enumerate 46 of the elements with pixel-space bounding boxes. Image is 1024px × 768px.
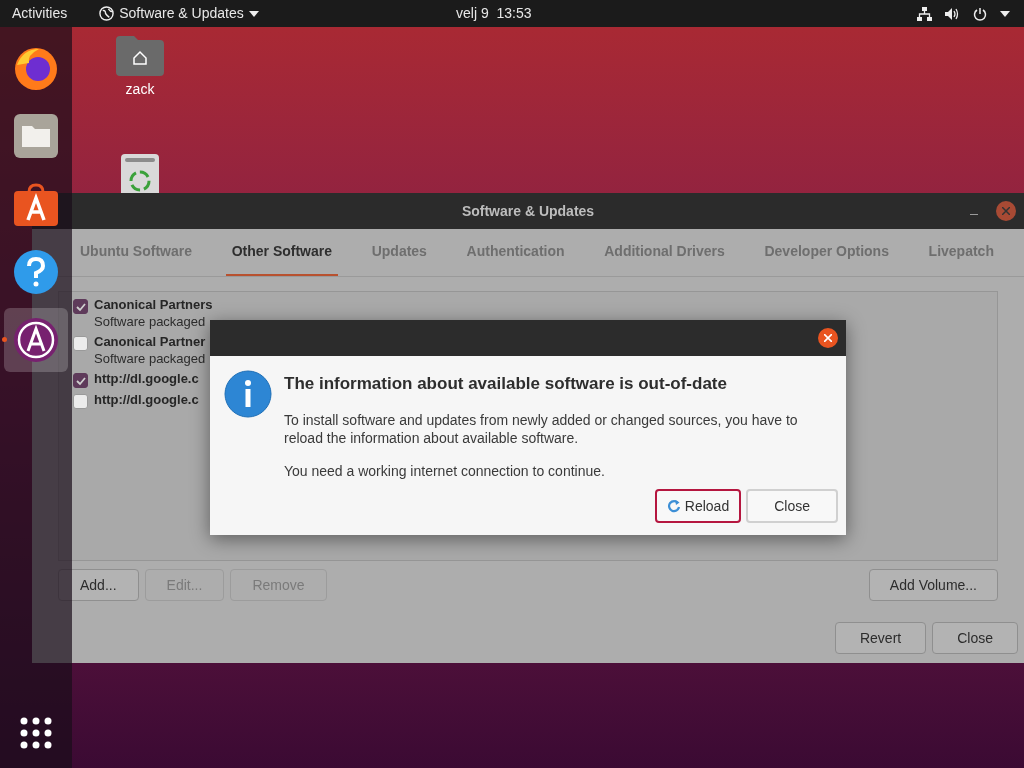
globe-icon <box>99 6 115 21</box>
caret-icon <box>248 10 259 17</box>
help-icon <box>13 249 59 295</box>
footer-button[interactable]: Close <box>932 622 1018 654</box>
clock[interactable]: velj 9 13:53 <box>456 3 532 24</box>
desktop-icon-label: zack <box>125 80 155 99</box>
software-updater-icon <box>13 317 59 363</box>
source-title: Canonical Partners <box>94 296 213 313</box>
checkmark-icon <box>75 375 86 386</box>
source-title: http://dl.google.c <box>94 370 199 387</box>
dialog-message: To install software and updates from newly added or changed sources, you have to reload the information about available software. <box>284 410 799 447</box>
caret-icon[interactable] <box>1000 10 1010 17</box>
reload-icon <box>666 499 681 513</box>
checkbox[interactable] <box>73 373 88 388</box>
tab[interactable]: Other Software <box>225 229 338 276</box>
shopping-bag-icon <box>14 182 58 226</box>
source-title: http://dl.google.c <box>94 391 199 408</box>
close-button[interactable]: Close <box>746 489 838 523</box>
dialog-message: You need a working internet connection to continue. <box>284 461 606 480</box>
footer-button[interactable]: Revert <box>834 622 927 654</box>
checkbox[interactable] <box>73 394 88 409</box>
close-button[interactable] <box>818 328 838 348</box>
running-indicator <box>2 337 7 342</box>
checkmark-icon <box>75 301 86 312</box>
source-title: Canonical Partner <box>94 333 206 350</box>
browser-icon <box>13 45 59 91</box>
checkbox[interactable] <box>73 299 88 314</box>
reload-button[interactable]: Reload <box>654 489 742 523</box>
activities-button[interactable]: Activities <box>12 3 68 24</box>
close-icon <box>1002 207 1010 215</box>
info-icon <box>224 370 272 418</box>
source-description: Software packaged <box>94 350 206 367</box>
dialog-heading: The information about available software is out-of-date <box>284 373 728 395</box>
dock-item[interactable] <box>4 308 68 372</box>
app-grid-icon[interactable] <box>20 717 52 749</box>
power-icon[interactable] <box>973 6 987 21</box>
window-title: Software & Updates <box>461 201 595 221</box>
app-menu[interactable]: Software & Updates <box>99 3 259 24</box>
source-description: Software packaged <box>94 313 207 330</box>
checkbox[interactable] <box>73 336 88 351</box>
add-volume-button[interactable]: Add Volume... <box>868 569 998 601</box>
close-icon <box>824 334 832 342</box>
volume-icon[interactable] <box>945 6 960 21</box>
home-folder-icon <box>116 36 164 76</box>
folder-icon <box>14 114 58 158</box>
network-icon[interactable] <box>917 6 932 21</box>
